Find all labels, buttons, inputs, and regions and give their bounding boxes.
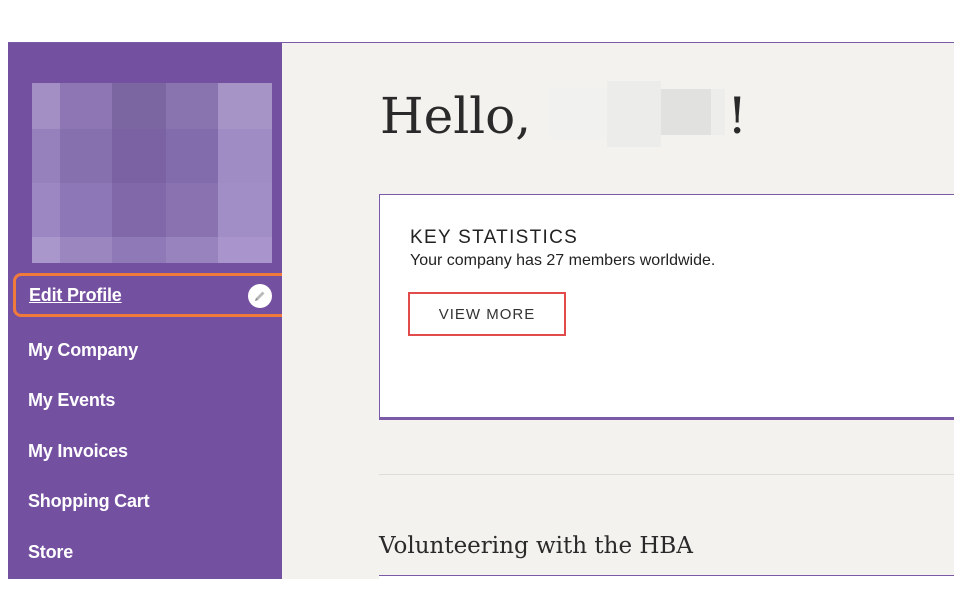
sidebar-item-label: Edit Profile <box>29 284 122 305</box>
sidebar-item-label: My Invoices <box>28 440 128 461</box>
sidebar-item-my-events[interactable]: My Events <box>8 378 282 422</box>
sidebar-item-label: Store <box>28 541 74 562</box>
sidebar-item-my-invoices[interactable]: My Invoices <box>8 429 282 473</box>
greeting-prefix: Hello, <box>380 87 532 145</box>
key-statistics-subtitle: Your company has 27 members worldwide. <box>410 252 716 269</box>
redacted-username <box>549 81 726 147</box>
pencil-icon[interactable] <box>248 284 272 308</box>
greeting-suffix: ! <box>727 87 748 145</box>
sidebar-item-edit-profile[interactable]: Edit Profile <box>13 273 291 317</box>
volunteering-card <box>379 575 954 596</box>
sidebar-item-my-company[interactable]: My Company <box>8 328 282 372</box>
sidebar-item-label: My Events <box>28 389 116 410</box>
top-header-bar <box>8 10 954 43</box>
sidebar-item-label: Shopping Cart <box>28 490 150 511</box>
page-title: Hello, ! <box>380 81 747 147</box>
section-divider <box>379 474 954 475</box>
volunteering-heading: Volunteering with the HBA <box>379 533 693 559</box>
key-statistics-title: KEY STATISTICS <box>410 227 579 248</box>
sidebar-item-shopping-cart[interactable]: Shopping Cart <box>8 479 282 523</box>
sidebar-item-store[interactable]: Store <box>8 530 282 574</box>
sidebar-item-label: My Company <box>28 339 139 360</box>
avatar <box>32 83 272 263</box>
main-content: Hello, ! KEY STATISTICS Your company has… <box>282 43 954 596</box>
key-statistics-card: KEY STATISTICS Your company has 27 membe… <box>379 194 954 420</box>
sidebar: Edit Profile My Company My Events My Inv… <box>8 43 291 579</box>
view-more-button[interactable]: VIEW MORE <box>408 292 566 336</box>
